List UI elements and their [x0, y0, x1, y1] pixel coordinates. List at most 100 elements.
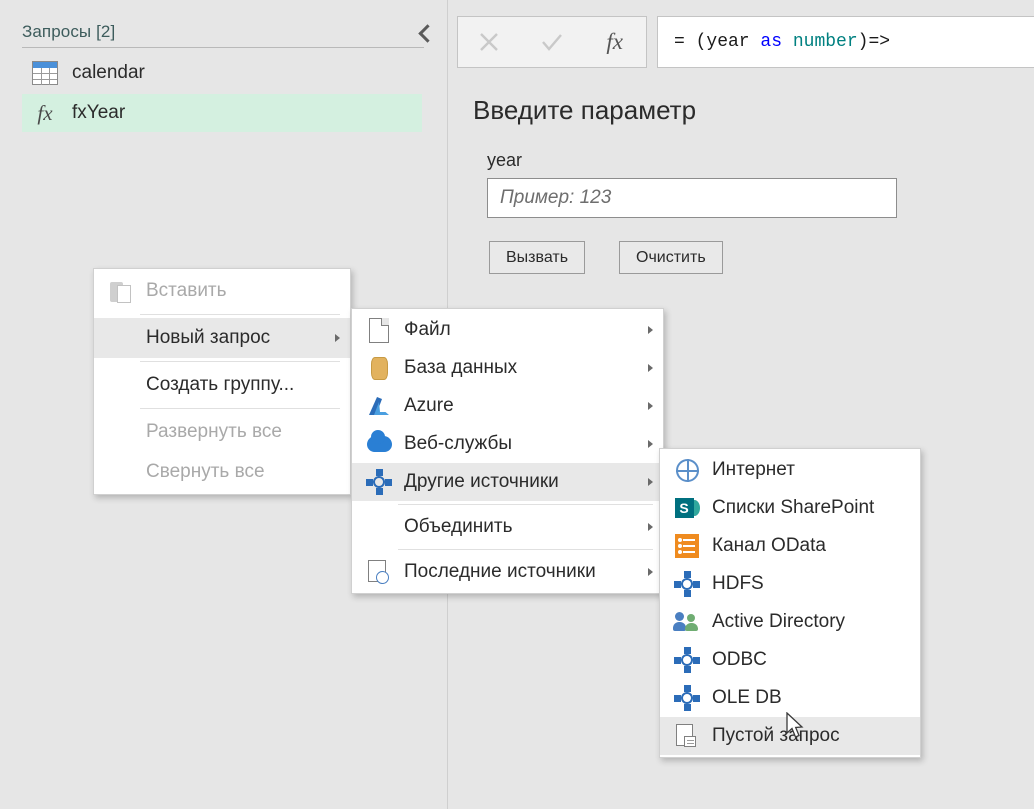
table-icon	[32, 61, 58, 85]
queries-panel-header: Запросы [2]	[22, 22, 116, 41]
odata-icon	[670, 534, 704, 558]
menu-item-label: Последние источники	[404, 561, 596, 582]
queries-context-menu: Вставить Новый запрос Создать группу... …	[93, 268, 351, 495]
menu-item-label: Создать группу...	[146, 374, 295, 395]
menu-item-label: OLE DB	[712, 687, 782, 708]
globe-icon	[670, 458, 704, 482]
menu-item-odata-feed[interactable]: Канал OData	[660, 527, 920, 565]
formula-toolbar: fx	[457, 16, 647, 68]
menu-separator	[140, 361, 340, 362]
clear-button[interactable]: Очистить	[619, 241, 723, 274]
formula-input-bar[interactable]: = (year as number)=>	[657, 16, 1034, 68]
formula-keyword: as	[760, 32, 783, 52]
sidebar-item-label: fxYear	[72, 102, 126, 123]
menu-item-paste: Вставить	[94, 271, 350, 311]
database-icon	[362, 356, 396, 380]
menu-item-file[interactable]: Файл	[352, 311, 663, 349]
menu-item-label: Канал OData	[712, 535, 826, 556]
fx-icon: fx	[606, 29, 623, 54]
sharepoint-icon: S	[670, 496, 704, 521]
menu-item-azure[interactable]: Azure	[352, 387, 663, 425]
connector-icon	[670, 685, 704, 711]
chevron-right-icon	[648, 478, 653, 486]
azure-icon	[362, 395, 396, 417]
menu-item-label: Интернет	[712, 459, 795, 480]
chevron-right-icon	[648, 440, 653, 448]
parameter-year-input[interactable]	[487, 178, 897, 218]
menu-item-label: Azure	[404, 395, 454, 416]
cancel-formula-button[interactable]	[466, 19, 512, 65]
menu-item-label: Объединить	[404, 516, 513, 537]
page-icon	[362, 317, 396, 343]
recent-page-icon	[362, 559, 396, 585]
menu-item-expand-all: Развернуть все	[94, 412, 350, 452]
queries-header-divider	[22, 47, 424, 48]
menu-item-create-group[interactable]: Создать группу...	[94, 365, 350, 405]
menu-item-collapse-all: Свернуть все	[94, 452, 350, 492]
chevron-right-icon	[648, 523, 653, 531]
sidebar-item-label: calendar	[72, 62, 145, 83]
sidebar-item-calendar[interactable]: calendar	[22, 54, 422, 92]
active-directory-icon	[670, 611, 704, 633]
formula-text-suffix: )=>	[857, 32, 891, 52]
menu-item-database[interactable]: База данных	[352, 349, 663, 387]
fx-icon: fx	[37, 101, 53, 125]
menu-item-label: Active Directory	[712, 611, 846, 632]
other-sources-submenu: Интернет S Списки SharePoint Канал OData…	[659, 448, 921, 758]
menu-item-sharepoint-lists[interactable]: S Списки SharePoint	[660, 489, 920, 527]
cloud-icon	[362, 430, 396, 452]
close-icon	[480, 33, 499, 51]
menu-item-label: Пустой запрос	[712, 725, 840, 746]
menu-item-label: База данных	[404, 357, 518, 378]
menu-item-new-query[interactable]: Новый запрос	[94, 318, 350, 358]
invoke-button[interactable]: Вызвать	[489, 241, 586, 274]
chevron-right-icon	[335, 334, 340, 342]
formula-space	[782, 32, 793, 52]
chevron-right-icon	[648, 402, 653, 410]
chevron-right-icon	[648, 326, 653, 334]
menu-item-label: Веб-службы	[404, 433, 512, 454]
formula-text-prefix: = (year	[674, 32, 761, 52]
menu-separator	[140, 408, 340, 409]
menu-item-label: Другие источники	[404, 471, 559, 492]
menu-item-label: HDFS	[712, 573, 764, 594]
accept-formula-button[interactable]	[529, 19, 575, 65]
menu-item-label: Файл	[404, 319, 451, 340]
menu-item-label: Списки SharePoint	[712, 497, 875, 518]
connector-icon	[670, 647, 704, 673]
menu-separator	[398, 504, 653, 505]
menu-item-label: Новый запрос	[146, 327, 271, 348]
menu-item-blank-query[interactable]: Пустой запрос	[660, 717, 920, 755]
menu-item-label: Развернуть все	[146, 421, 282, 442]
chevron-right-icon	[648, 364, 653, 372]
menu-item-active-directory[interactable]: Active Directory	[660, 603, 920, 641]
menu-item-label: Свернуть все	[146, 461, 265, 482]
menu-item-label: ODBC	[712, 649, 767, 670]
menu-item-ole-db[interactable]: OLE DB	[660, 679, 920, 717]
menu-item-web[interactable]: Интернет	[660, 451, 920, 489]
menu-item-label: Вставить	[146, 280, 227, 301]
parameter-field-label: year	[487, 150, 523, 170]
connector-icon	[362, 469, 396, 495]
menu-item-other-sources[interactable]: Другие источники	[352, 463, 663, 501]
menu-separator	[398, 549, 653, 550]
collapse-sidebar-button[interactable]	[410, 18, 440, 48]
formula-type: number	[792, 32, 858, 52]
connector-icon	[670, 571, 704, 597]
insert-function-button[interactable]: fx	[592, 19, 638, 65]
new-query-submenu: Файл База данных Azure Веб-службы Другие…	[351, 308, 664, 594]
sidebar-item-fxyear[interactable]: fx fxYear	[22, 94, 422, 132]
menu-item-hdfs[interactable]: HDFS	[660, 565, 920, 603]
power-query-editor-window: Запросы [2] calendar fx fxYear fx = (yea…	[0, 0, 1034, 809]
chevron-left-icon	[417, 23, 437, 43]
menu-item-combine[interactable]: Объединить	[352, 508, 663, 546]
clipboard-icon	[104, 279, 138, 304]
menu-item-odbc[interactable]: ODBC	[660, 641, 920, 679]
blank-query-icon	[670, 723, 704, 749]
menu-item-web-services[interactable]: Веб-службы	[352, 425, 663, 463]
page-title: Введите параметр	[473, 95, 697, 125]
chevron-right-icon	[648, 568, 653, 576]
check-icon	[542, 34, 562, 51]
menu-item-recent-sources[interactable]: Последние источники	[352, 553, 663, 591]
menu-separator	[140, 314, 340, 315]
